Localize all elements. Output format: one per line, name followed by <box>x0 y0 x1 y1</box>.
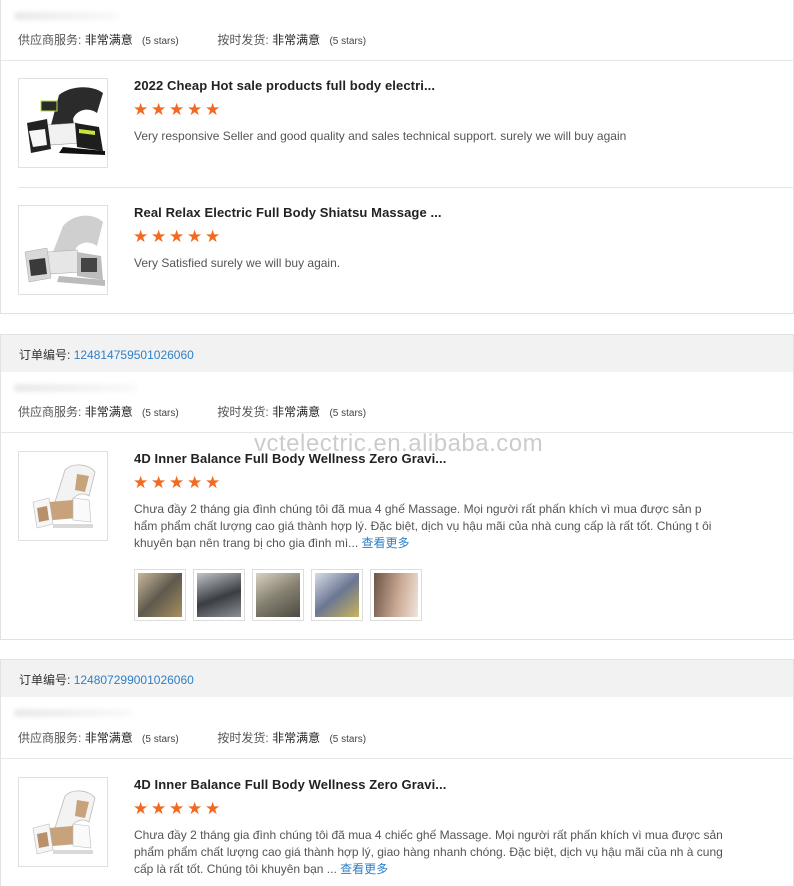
product-thumbnail[interactable] <box>18 78 108 168</box>
star-rating: ★ ★ ★ ★ ★ <box>133 473 221 493</box>
order-number-link[interactable]: 124807299001026060 <box>74 673 194 687</box>
supplier-service-label: 供应商服务: <box>18 33 82 47</box>
supplier-service-value: 非常满意 <box>84 33 133 47</box>
review-text: Very responsive Seller and good quality … <box>134 129 627 143</box>
supplier-service-label: 供应商服务: <box>18 731 82 745</box>
supplier-rating-row: 供应商服务: 非常满意 (5 stars) 按时发货: 非常满意 (5 star… <box>18 729 366 746</box>
supplier-rating-row: 供应商服务: 非常满意 (5 stars) 按时发货: 非常满意 (5 star… <box>18 403 366 420</box>
star-icon: ★ <box>151 227 167 247</box>
review-photo[interactable] <box>134 569 186 621</box>
supplier-service-value: 非常满意 <box>84 405 133 419</box>
buyer-name-blurred <box>14 12 120 20</box>
star-icon: ★ <box>151 473 167 493</box>
star-icon: ★ <box>133 227 149 247</box>
star-icon: ★ <box>187 799 203 819</box>
delivery-value: 非常满意 <box>272 405 321 419</box>
see-more-link[interactable]: 查看更多 <box>340 862 388 876</box>
star-icon: ★ <box>205 473 221 493</box>
review-photo[interactable] <box>311 569 363 621</box>
supplier-service-stars: (5 stars) <box>142 408 179 419</box>
star-rating: ★ ★ ★ ★ ★ <box>133 100 221 120</box>
order-header: 订单编号: 124807299001026060 <box>0 659 794 697</box>
product-thumbnail[interactable] <box>18 777 108 867</box>
star-rating: ★ ★ ★ ★ ★ <box>133 227 221 247</box>
order-header: 订单编号: 124814759501026060 <box>0 334 794 372</box>
delivery-label: 按时发货: <box>217 731 269 745</box>
supplier-service-value: 非常满意 <box>84 731 133 745</box>
divider <box>18 187 794 188</box>
order-number-label: 订单编号: <box>19 348 71 362</box>
review-photo[interactable] <box>193 569 245 621</box>
product-title[interactable]: 4D Inner Balance Full Body Wellness Zero… <box>134 777 446 792</box>
delivery-value: 非常满意 <box>272 731 321 745</box>
watermark: vctelectric.en.alibaba.com <box>254 430 544 457</box>
review-text: Very Satisfied surely we will buy again. <box>134 256 341 270</box>
delivery-stars: (5 stars) <box>329 408 367 419</box>
delivery-label: 按时发货: <box>217 33 269 47</box>
delivery-stars: (5 stars) <box>329 734 367 745</box>
star-rating: ★ ★ ★ ★ ★ <box>133 799 221 819</box>
star-icon: ★ <box>169 227 185 247</box>
divider <box>0 60 794 61</box>
product-thumbnail[interactable] <box>18 451 108 541</box>
buyer-name-blurred <box>14 384 138 392</box>
review-body: Chưa đầy 2 tháng gia đình chúng tôi đã m… <box>134 502 712 550</box>
product-title[interactable]: 2022 Cheap Hot sale products full body e… <box>134 78 435 93</box>
see-more-link[interactable]: 查看更多 <box>362 536 410 550</box>
review-text: Chưa đầy 2 tháng gia đình chúng tôi đã m… <box>134 827 724 878</box>
star-icon: ★ <box>187 227 203 247</box>
delivery-stars: (5 stars) <box>329 36 367 47</box>
divider <box>0 758 794 759</box>
delivery-value: 非常满意 <box>272 33 321 47</box>
star-icon: ★ <box>205 100 221 120</box>
review-photo[interactable] <box>370 569 422 621</box>
product-title[interactable]: Real Relax Electric Full Body Shiatsu Ma… <box>134 205 442 220</box>
review-photo[interactable] <box>252 569 304 621</box>
star-icon: ★ <box>151 100 167 120</box>
review-body: Chưa đầy 2 tháng gia đình chúng tôi đã m… <box>134 828 723 876</box>
supplier-service-stars: (5 stars) <box>142 734 179 745</box>
star-icon: ★ <box>205 227 221 247</box>
star-icon: ★ <box>187 473 203 493</box>
supplier-service-stars: (5 stars) <box>142 36 179 47</box>
star-icon: ★ <box>169 799 185 819</box>
star-icon: ★ <box>151 799 167 819</box>
star-icon: ★ <box>169 473 185 493</box>
order-number-link[interactable]: 124814759501026060 <box>74 348 194 362</box>
star-icon: ★ <box>133 100 149 120</box>
product-thumbnail[interactable] <box>18 205 108 295</box>
star-icon: ★ <box>169 100 185 120</box>
star-icon: ★ <box>187 100 203 120</box>
order-number-label: 订单编号: <box>19 673 71 687</box>
star-icon: ★ <box>205 799 221 819</box>
review-photos <box>134 569 422 621</box>
star-icon: ★ <box>133 799 149 819</box>
delivery-label: 按时发货: <box>217 405 269 419</box>
supplier-rating-row: 供应商服务: 非常满意 (5 stars) 按时发货: 非常满意 (5 star… <box>18 31 366 48</box>
supplier-service-label: 供应商服务: <box>18 405 82 419</box>
star-icon: ★ <box>133 473 149 493</box>
buyer-name-blurred <box>14 709 134 717</box>
review-text: Chưa đầy 2 tháng gia đình chúng tôi đã m… <box>134 501 724 552</box>
